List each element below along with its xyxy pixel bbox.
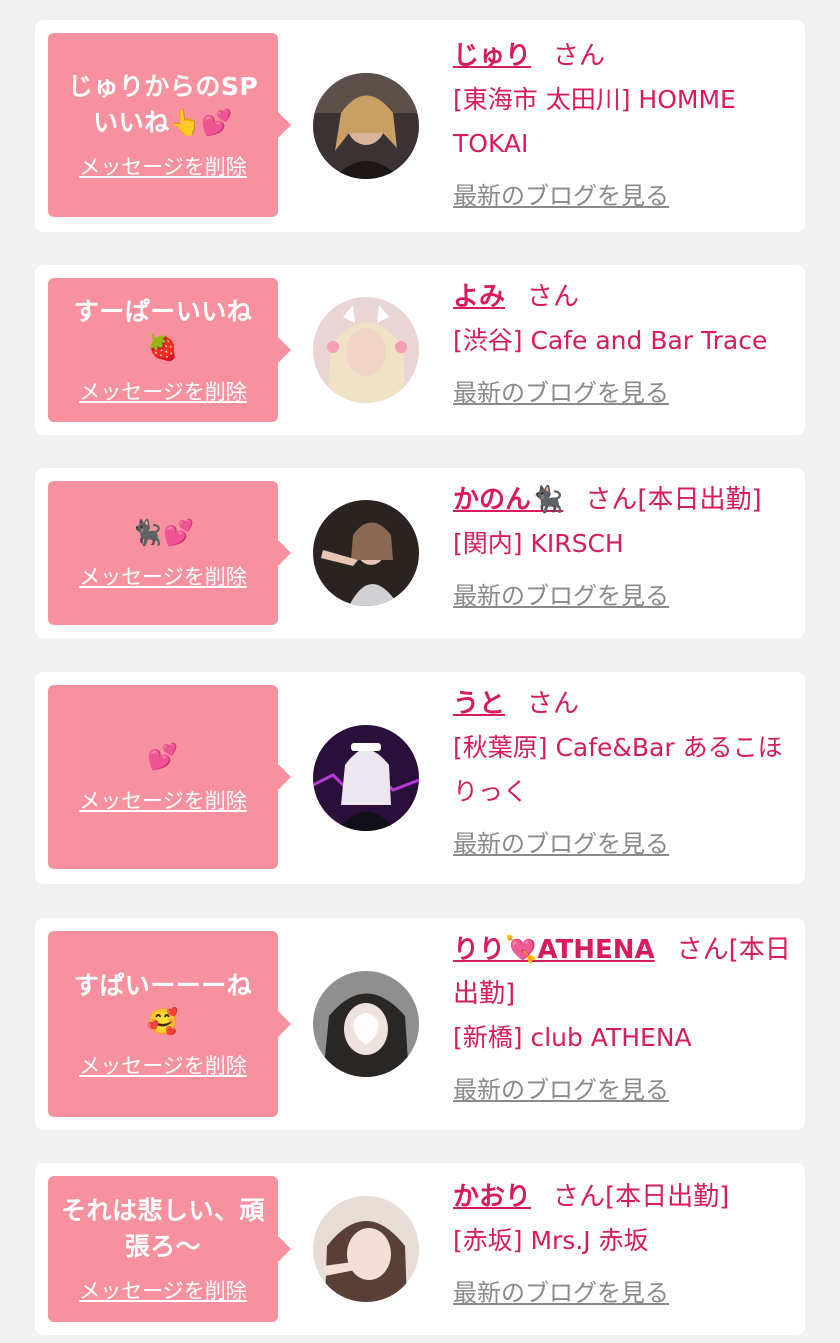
delete-message-link[interactable]: メッセージを削除 — [79, 785, 247, 815]
name-suffix: さん — [527, 689, 580, 719]
girl-photo-icon — [313, 297, 419, 403]
message-text: 💕 — [147, 742, 179, 771]
latest-blog-link[interactable]: 最新のブログを見る — [453, 1070, 669, 1110]
latest-blog-link[interactable]: 最新のブログを見る — [453, 576, 669, 616]
list-item: すぱいーーーね🥰 メッセージを削除 りり💘ATHENA さん[本日出勤] [新橋]… — [35, 918, 805, 1130]
avatar[interactable] — [313, 297, 419, 403]
cast-info: よみ さん [渋谷] Cafe and Bar Trace 最新のブログを見る — [453, 275, 798, 413]
girl-photo-icon — [313, 500, 419, 606]
cast-info: りり💘ATHENA さん[本日出勤] [新橋] club ATHENA 最新のブロ… — [453, 928, 798, 1110]
name-suffix: さん — [527, 282, 580, 312]
girl-photo-icon — [313, 725, 419, 831]
shop-info: [赤坂] Mrs.J 赤坂 — [453, 1226, 649, 1255]
cast-info: かのん🐈‍⬛ さん[本日出勤] [関内] KIRSCH 最新のブログを見る — [453, 478, 798, 616]
delete-message-link[interactable]: メッセージを削除 — [79, 376, 247, 406]
cast-name-link[interactable]: りり💘ATHENA — [453, 935, 655, 965]
shop-info: [秋葉原] Cafe&Bar あるこほりっく — [453, 733, 783, 806]
cast-name-link[interactable]: よみ — [453, 282, 505, 312]
delete-message-link[interactable]: メッセージを削除 — [79, 151, 247, 181]
list-item: すーぱーいいね🍓 メッセージを削除 よみ さん [渋谷] Cafe and Bar… — [35, 265, 805, 435]
message-bubble: すぱいーーーね🥰 メッセージを削除 — [48, 931, 291, 1117]
cast-name-link[interactable]: うと — [453, 689, 505, 719]
girl-photo-icon — [313, 73, 419, 179]
avatar[interactable] — [313, 500, 419, 606]
latest-blog-link[interactable]: 最新のブログを見る — [453, 373, 669, 413]
message-text: それは悲しい、頑張ろ〜 — [60, 1196, 265, 1261]
favorite-message-list: じゅりからのSPいいね👆💕 メッセージを削除 じゅり さん [東海市 太田川] H… — [0, 0, 840, 1343]
latest-blog-link[interactable]: 最新のブログを見る — [453, 1273, 669, 1313]
shop-info: [渋谷] Cafe and Bar Trace — [453, 326, 768, 355]
shop-info: [東海市 太田川] HOMME TOKAI — [453, 85, 736, 158]
message-bubble: すーぱーいいね🍓 メッセージを削除 — [48, 278, 291, 422]
message-bubble: 🐈‍⬛💕 メッセージを削除 — [48, 481, 291, 625]
delete-message-link[interactable]: メッセージを削除 — [79, 1275, 247, 1305]
girl-photo-icon — [313, 971, 419, 1077]
name-suffix: さん — [553, 41, 606, 71]
cast-info: じゅり さん [東海市 太田川] HOMME TOKAI 最新のブログを見る — [453, 34, 798, 216]
list-item: じゅりからのSPいいね👆💕 メッセージを削除 じゅり さん [東海市 太田川] H… — [35, 20, 805, 232]
name-suffix: さん[本日出勤] — [553, 1182, 730, 1212]
message-text: じゅりからのSPいいね👆💕 — [67, 72, 259, 137]
cast-info: かおり さん[本日出勤] [赤坂] Mrs.J 赤坂 最新のブログを見る — [453, 1175, 798, 1313]
list-item: 🐈‍⬛💕 メッセージを削除 かのん🐈‍⬛ さん[本日出勤] [関内] KIRSCH… — [35, 468, 805, 638]
cast-name-link[interactable]: じゅり — [453, 41, 531, 71]
delete-message-link[interactable]: メッセージを削除 — [79, 1050, 247, 1080]
message-bubble: 💕 メッセージを削除 — [48, 685, 291, 869]
cast-name-link[interactable]: かのん🐈‍⬛ — [453, 485, 563, 515]
list-item: それは悲しい、頑張ろ〜 メッセージを削除 かおり さん[本日出勤] [赤坂] Mr… — [35, 1163, 805, 1335]
name-suffix: さん[本日出勤] — [585, 485, 762, 515]
message-text: すーぱーいいね🍓 — [73, 297, 253, 362]
cast-name-link[interactable]: かおり — [453, 1182, 531, 1212]
avatar[interactable] — [313, 73, 419, 179]
cast-info: うと さん [秋葉原] Cafe&Bar あるこほりっく 最新のブログを見る — [453, 682, 798, 864]
message-text: 🐈‍⬛💕 — [131, 518, 195, 547]
girl-photo-icon — [313, 1196, 419, 1302]
avatar[interactable] — [313, 725, 419, 831]
shop-info: [関内] KIRSCH — [453, 529, 624, 558]
avatar[interactable] — [313, 1196, 419, 1302]
list-item: 💕 メッセージを削除 うと さん [秋葉原] Cafe&Bar あるこほりっく 最… — [35, 672, 805, 884]
message-bubble: じゅりからのSPいいね👆💕 メッセージを削除 — [48, 33, 291, 217]
latest-blog-link[interactable]: 最新のブログを見る — [453, 824, 669, 864]
delete-message-link[interactable]: メッセージを削除 — [79, 561, 247, 591]
shop-info: [新橋] club ATHENA — [453, 1023, 692, 1052]
message-text: すぱいーーーね🥰 — [73, 971, 253, 1036]
avatar[interactable] — [313, 971, 419, 1077]
message-bubble: それは悲しい、頑張ろ〜 メッセージを削除 — [48, 1176, 291, 1322]
latest-blog-link[interactable]: 最新のブログを見る — [453, 176, 669, 216]
